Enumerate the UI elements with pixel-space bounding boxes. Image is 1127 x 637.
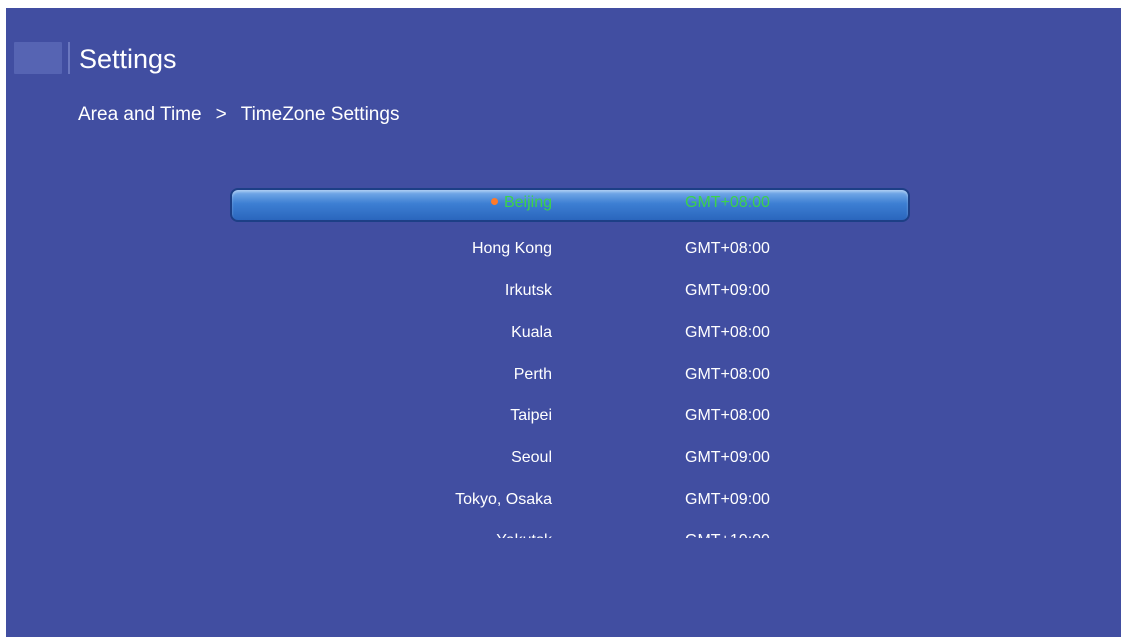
breadcrumb-parent[interactable]: Area and Time [78,104,202,125]
timezone-row-taipei[interactable]: Taipei GMT+08:00 [230,396,910,436]
timezone-list[interactable]: Beijing GMT+08:00 Hong Kong GMT+08:00 Ir… [230,184,910,538]
timezone-city: Beijing [490,184,552,223]
timezone-row-tokyo-osaka[interactable]: Tokyo, Osaka GMT+09:00 [230,480,910,520]
timezone-row-hong-kong[interactable]: Hong Kong GMT+08:00 [230,229,910,269]
timezone-city: Hong Kong [471,240,552,257]
timezone-row-irkutsk[interactable]: Irkutsk GMT+09:00 [230,271,910,311]
timezone-row-perth[interactable]: Perth GMT+08:00 [230,355,910,395]
breadcrumb: Area and Time > TimeZone Settings [78,102,399,128]
selected-bullet-icon [490,198,498,205]
timezone-row-seoul[interactable]: Seoul GMT+09:00 [230,438,910,478]
breadcrumb-separator: > [215,104,227,125]
timezone-city: Perth [513,366,552,383]
timezone-offset: GMT+08:00 [685,194,770,211]
timezone-offset: GMT+09:00 [685,491,770,508]
timezone-offset: GMT+09:00 [685,282,770,299]
timezone-city: Irkutsk [504,282,552,299]
timezone-offset: GMT+09:00 [685,449,770,466]
timezone-city: Seoul [511,449,552,466]
timezone-city: Yakutsk [496,521,552,538]
settings-screen: Settings Area and Time > TimeZone Settings… [6,8,1121,637]
timezone-city: Taipei [510,407,552,424]
timezone-city: Tokyo, Osaka [455,491,552,508]
timezone-offset: GMT+08:00 [685,240,770,257]
settings-icon [14,42,62,74]
timezone-offset: GMT+08:00 [685,324,770,341]
header-divider [68,42,70,74]
timezone-offset: GMT+08:00 [685,366,770,383]
page-title: Settings [79,44,177,74]
timezone-city: Kuala [511,324,552,341]
timezone-offset: GMT+08:00 [685,407,770,424]
timezone-offset: GMT+10:00 [685,521,770,538]
timezone-row-yakutsk[interactable]: Yakutsk GMT+10:00 [230,521,910,538]
timezone-row-beijing[interactable]: Beijing GMT+08:00 [230,184,910,223]
timezone-row-kuala[interactable]: Kuala GMT+08:00 [230,313,910,353]
breadcrumb-current: TimeZone Settings [240,104,400,125]
